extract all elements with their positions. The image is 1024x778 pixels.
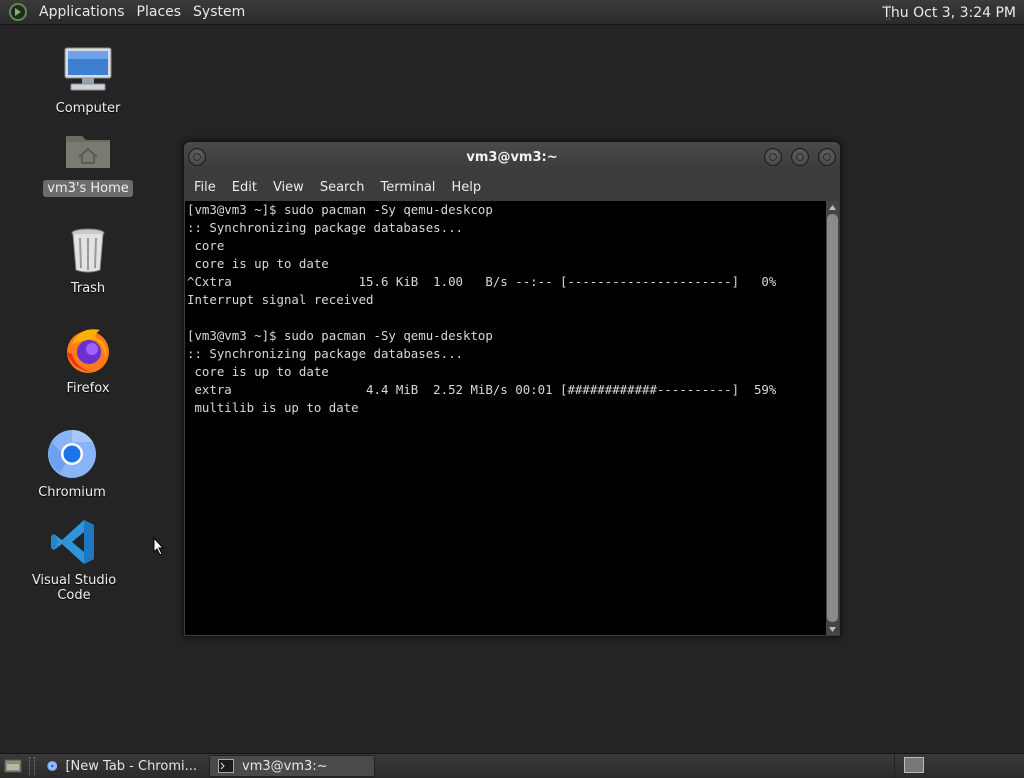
- terminal-scrollbar[interactable]: [826, 201, 839, 635]
- window-title: vm3@vm3:~: [466, 150, 558, 165]
- terminal-line: Interrupt signal received: [187, 292, 374, 307]
- show-desktop-icon[interactable]: [3, 757, 23, 775]
- desktop-icon-label: Chromium: [38, 485, 106, 500]
- desktop-icon-label: Visual Studio Code: [31, 573, 117, 603]
- taskbar-item-label: [New Tab - Chromi...: [65, 758, 197, 774]
- close-button[interactable]: [818, 148, 836, 166]
- desktop-icon-firefox[interactable]: Firefox: [28, 324, 148, 397]
- desktop-icon-computer[interactable]: Computer: [28, 44, 148, 117]
- taskbar-item-label: vm3@vm3:~: [242, 758, 328, 774]
- minimize-button[interactable]: [764, 148, 782, 166]
- mouse-cursor-icon: [153, 536, 165, 560]
- scroll-down-arrow-icon[interactable]: [826, 623, 839, 635]
- menu-help[interactable]: Help: [443, 180, 489, 195]
- desktop-icon-vscode[interactable]: Visual Studio Code: [14, 516, 134, 604]
- top-panel: Applications Places System Thu Oct 3, 3:…: [0, 0, 1024, 25]
- firefox-icon: [62, 324, 114, 376]
- workspace-switcher[interactable]: [894, 754, 1024, 778]
- maximize-button[interactable]: [791, 148, 809, 166]
- vscode-icon: [48, 516, 100, 568]
- menu-system[interactable]: System: [187, 4, 251, 20]
- menu-edit[interactable]: Edit: [224, 180, 265, 195]
- taskbar-separator: [29, 757, 35, 775]
- chromium-icon: [47, 761, 58, 771]
- terminal-line: core: [187, 238, 225, 253]
- desktop-icon-label: vm3's Home: [43, 180, 133, 197]
- terminal-icon: [218, 759, 234, 773]
- scroll-up-arrow-icon[interactable]: [826, 201, 839, 213]
- terminal-line: :: Synchronizing package databases...: [187, 346, 464, 361]
- chromium-icon: [46, 428, 98, 480]
- clock[interactable]: Thu Oct 3, 3:24 PM: [874, 0, 1024, 25]
- menu-view[interactable]: View: [265, 180, 312, 195]
- terminal-line: core is up to date: [187, 256, 329, 271]
- desktop-icon-chromium[interactable]: Chromium: [12, 428, 132, 501]
- menu-search[interactable]: Search: [312, 180, 373, 195]
- menu-terminal[interactable]: Terminal: [372, 180, 443, 195]
- scrollbar-thumb[interactable]: [827, 214, 838, 622]
- terminal-line: [vm3@vm3 ~]$ sudo pacman -Sy qemu-deskto…: [187, 328, 493, 343]
- home-folder-icon: [62, 124, 114, 176]
- terminal-line: ^Cxtra 15.6 KiB 1.00 B/s --:-- [--------…: [187, 274, 777, 289]
- desktop-icon-trash[interactable]: Trash: [28, 224, 148, 297]
- computer-icon: [62, 44, 114, 96]
- terminal-line: core is up to date: [187, 364, 329, 379]
- taskbar-item-terminal[interactable]: vm3@vm3:~: [209, 755, 375, 777]
- desktop-icon-label: Firefox: [66, 381, 110, 396]
- menu-file[interactable]: File: [186, 180, 224, 195]
- desktop-icon-label: Trash: [70, 281, 106, 296]
- terminal-line: [vm3@vm3 ~]$ sudo pacman -Sy qemu-deskco…: [187, 202, 493, 217]
- desktop-icon-label: Computer: [55, 101, 121, 116]
- terminal-window[interactable]: vm3@vm3:~ File Edit View Search Terminal…: [183, 141, 841, 637]
- workspace-1[interactable]: [904, 757, 924, 773]
- trash-icon: [62, 224, 114, 276]
- menu-applications[interactable]: Applications: [33, 4, 131, 20]
- terminal-line: multilib is up to date: [187, 400, 359, 415]
- desktop-icon-home[interactable]: vm3's Home: [28, 124, 148, 197]
- taskbar-item-chromium[interactable]: [New Tab - Chromi...: [39, 755, 205, 777]
- bottom-panel: [New Tab - Chromi... vm3@vm3:~: [0, 753, 1024, 778]
- window-titlebar[interactable]: vm3@vm3:~: [184, 142, 840, 173]
- terminal-menubar: File Edit View Search Terminal Help: [184, 173, 840, 201]
- menu-places[interactable]: Places: [131, 4, 188, 20]
- terminal-line: :: Synchronizing package databases...: [187, 220, 464, 235]
- terminal-line: extra 4.4 MiB 2.52 MiB/s 00:01 [########…: [187, 382, 777, 397]
- distro-logo-icon[interactable]: [9, 3, 27, 21]
- window-menu-button[interactable]: [188, 148, 206, 166]
- terminal-output[interactable]: [vm3@vm3 ~]$ sudo pacman -Sy qemu-deskco…: [185, 201, 829, 635]
